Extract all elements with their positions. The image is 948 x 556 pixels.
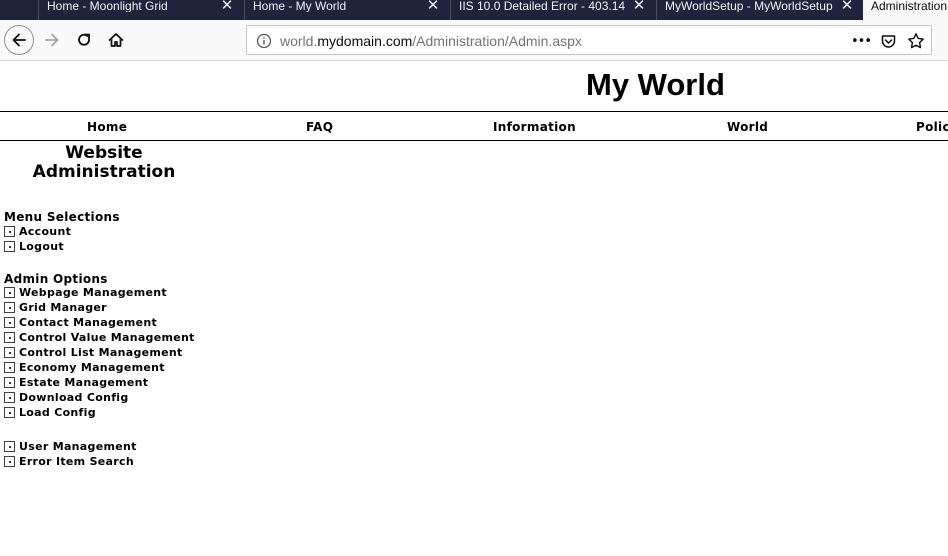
forward-arrow-icon [45,33,59,47]
url-prefix: world. [280,33,318,49]
close-icon[interactable]: ✕ [632,0,646,14]
page-actions-icon[interactable]: ••• [851,32,872,50]
menu-item-user-management[interactable]: User Management [4,439,137,453]
bullet-icon [4,225,15,237]
menu-item-estate-management[interactable]: Estate Management [4,375,148,389]
bullet-icon [4,440,15,452]
menu-selections-title: Menu Selections [4,210,120,224]
forward-button[interactable] [37,25,67,55]
nav-link-home[interactable]: Home [87,120,127,134]
tab-iis-error[interactable]: IIS 10.0 Detailed Error - 403.14 - Forbi… [451,0,656,20]
bookmark-star-icon[interactable] [907,32,925,50]
admin-heading-line2: Administration [32,162,176,182]
url-host: mydomain.com [317,33,413,49]
menu-label: Control List Management [19,345,183,359]
url-path: /Administration/Admin.aspx [412,33,582,49]
menu-label: Economy Management [19,360,165,374]
menu-label: Grid Manager [19,300,107,314]
menu-label: Estate Management [19,375,149,389]
back-button[interactable] [4,25,34,55]
url-text[interactable]: world.mydomain.com/Administration/Admin.… [280,33,582,49]
reload-button[interactable] [69,25,99,55]
info-icon[interactable] [256,33,272,49]
tab-title: Home - Moonlight Grid [47,0,168,12]
menu-label: Account [19,224,72,238]
bullet-icon [4,455,15,467]
admin-heading-line1: Website [65,143,143,163]
reload-icon [78,33,90,46]
menu-item-webpage-management[interactable]: Webpage Management [4,285,167,299]
bullet-icon [4,331,15,343]
admin-heading: Website Administration [18,144,190,182]
bullet-icon [4,316,15,328]
menu-label: Webpage Management [19,285,167,299]
close-icon[interactable]: ✕ [426,0,440,14]
bullet-icon [4,391,15,403]
bullet-icon [4,361,15,373]
close-icon[interactable]: ✕ [220,0,234,14]
navigation-toolbar: world.mydomain.com/Administration/Admin.… [0,20,948,61]
menu-item-download-config[interactable]: Download Config [4,390,129,404]
menu-item-load-config[interactable]: Load Config [4,405,96,419]
tab-administration[interactable]: Administration [863,0,948,20]
menu-label: Load Config [19,405,96,419]
bullet-icon [4,346,15,358]
nav-link-policies[interactable]: Policies [916,120,948,134]
menu-item-grid-manager[interactable]: Grid Manager [4,300,107,314]
menu-item-economy-management[interactable]: Economy Management [4,360,165,374]
page-title: My World [586,67,725,102]
pocket-icon[interactable] [879,32,897,50]
nav-link-world[interactable]: World [727,120,768,134]
star-shape [908,33,924,49]
tab-title: Administration [871,0,948,12]
menu-item-logout[interactable]: Logout [4,239,64,253]
bullet-icon [4,286,15,298]
menu-item-error-item-search[interactable]: Error Item Search [4,454,134,468]
menu-item-control-value-management[interactable]: Control Value Management [4,330,195,344]
nav-link-information[interactable]: Information [493,120,576,134]
address-bar[interactable]: world.mydomain.com/Administration/Admin.… [246,25,932,55]
tab-title: MyWorldSetup - MyWorldSetup [665,0,833,12]
tab-myworldsetup[interactable]: MyWorldSetup - MyWorldSetup ✕ [657,0,862,20]
menu-item-control-list-management[interactable]: Control List Management [4,345,183,359]
nav-link-faq[interactable]: FAQ [306,120,333,134]
home-button[interactable] [101,25,131,55]
menu-item-account[interactable]: Account [4,224,71,238]
tab-home-my-world[interactable]: Home - My World ✕ [245,0,450,20]
menu-item-contact-management[interactable]: Contact Management [4,315,157,329]
close-icon[interactable]: ✕ [840,0,854,14]
back-arrow-icon [12,33,26,47]
bullet-icon [4,376,15,388]
bullet-icon [4,301,15,313]
tab-home-moonlight-grid[interactable]: Home - Moonlight Grid ✕ [39,0,244,20]
top-navigation: Home FAQ Information World Policies [0,111,948,141]
tab-title: Home - My World [253,0,347,12]
menu-label: Control Value Management [19,330,195,344]
tab-strip: Home - Moonlight Grid ✕ Home - My World … [0,0,948,20]
menu-label: User Management [19,439,137,453]
home-icon [108,33,124,47]
tab-title: IIS 10.0 Detailed Error - 403.14 - Forbi… [459,0,625,12]
menu-label: Logout [19,239,64,253]
bullet-icon [4,240,15,252]
bullet-icon [4,406,15,418]
pocket-shape [881,34,895,48]
menu-label: Contact Management [19,315,158,329]
menu-label: Download Config [19,390,129,404]
menu-label: Error Item Search [19,454,134,468]
